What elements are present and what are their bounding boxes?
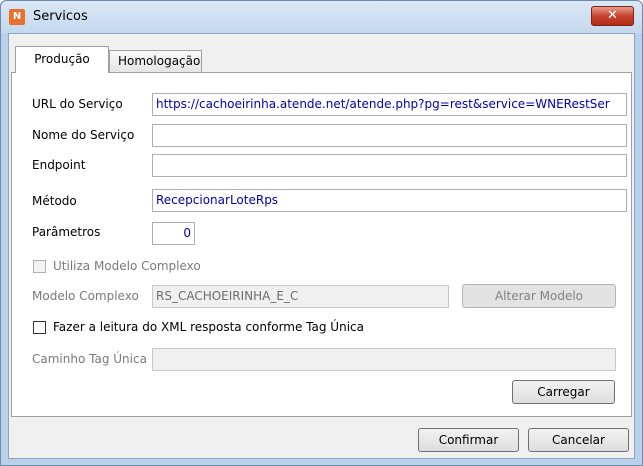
confirmar-label: Confirmar (438, 433, 499, 447)
nome-servico-label: Nome do Serviço (32, 128, 135, 142)
nome-servico-input[interactable] (152, 124, 627, 147)
utiliza-modelo-complexo-checkbox[interactable] (33, 260, 46, 273)
metodo-label: Método (32, 194, 77, 208)
title-bar[interactable]: N Servicos ✕ (1, 1, 642, 33)
endpoint-label: Endpoint (32, 158, 86, 172)
tab-producao[interactable]: Produção (15, 46, 109, 73)
url-label: URL do Serviço (32, 97, 123, 111)
tag-unica-label: Fazer a leitura do XML resposta conforme… (53, 320, 364, 334)
tab-homologacao[interactable]: Homologação (109, 50, 202, 73)
servicos-dialog: N Servicos ✕ Produção Homologação URL do… (0, 0, 643, 466)
parametros-label: Parâmetros (32, 225, 101, 239)
endpoint-input[interactable] (152, 154, 627, 177)
tab-panel-producao: URL do Serviço https://cachoeirinha.aten… (11, 72, 632, 417)
parametros-input[interactable]: 0 (152, 222, 195, 245)
window-title: Servicos (33, 9, 88, 24)
tag-unica-checkbox[interactable] (33, 321, 46, 334)
close-button[interactable]: ✕ (591, 6, 634, 26)
carregar-button[interactable]: Carregar (512, 380, 615, 404)
metodo-input[interactable]: RecepcionarLoteRps (152, 189, 627, 212)
dialog-body: Produção Homologação URL do Serviço http… (8, 33, 635, 459)
modelo-complexo-input[interactable]: RS_CACHOEIRINHA_E_C (152, 285, 449, 308)
cancelar-label: Cancelar (552, 433, 605, 447)
caminho-tag-input[interactable] (152, 348, 616, 371)
app-logo-icon: N (9, 9, 25, 25)
alterar-modelo-button[interactable]: Alterar Modelo (462, 284, 616, 308)
cancelar-button[interactable]: Cancelar (528, 428, 629, 452)
alterar-modelo-label: Alterar Modelo (494, 289, 584, 303)
utiliza-modelo-complexo-label: Utiliza Modelo Complexo (53, 259, 201, 273)
carregar-label: Carregar (537, 385, 590, 399)
close-icon: ✕ (607, 8, 618, 23)
modelo-complexo-label: Modelo Complexo (32, 289, 139, 303)
confirmar-button[interactable]: Confirmar (418, 428, 519, 452)
url-input[interactable]: https://cachoeirinha.atende.net/atende.p… (152, 93, 627, 116)
caminho-tag-label: Caminho Tag Única (32, 352, 147, 366)
